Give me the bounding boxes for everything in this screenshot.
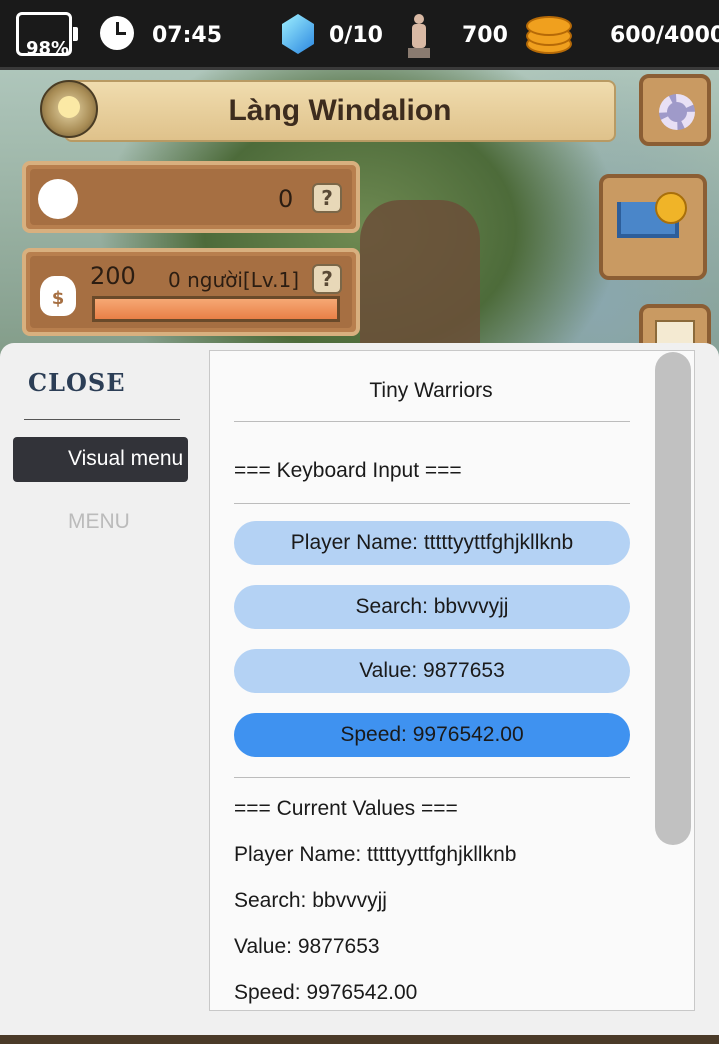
close-divider (24, 419, 180, 420)
award-badge-icon (38, 179, 78, 219)
current-player-name: Player Name: tttttyyttfghjkllknb (234, 843, 517, 866)
search-input[interactable]: Search: bbvvvyjj (234, 585, 630, 629)
current-search: Search: bbvvvyjj (234, 889, 387, 912)
clock-icon (100, 16, 134, 50)
time-readout: 07:45 (152, 22, 223, 48)
population-level: 0 người[Lv.1] (168, 268, 300, 292)
money-panel: $ 200 0 người[Lv.1] ? (22, 248, 360, 336)
shop-button[interactable] (599, 174, 707, 280)
rank-help-button[interactable]: ? (312, 183, 342, 213)
diamond-icon (282, 14, 314, 54)
value-input[interactable]: Value: 9877653 (234, 649, 630, 693)
money-bag-icon: $ (40, 276, 76, 316)
player-name-input[interactable]: Player Name: tttttyyttfghjkllknb (234, 521, 630, 565)
content-title: Tiny Warriors (369, 379, 493, 402)
tree-trunk (360, 200, 480, 360)
statue-counter: 700 (462, 22, 508, 48)
nav-item-menu[interactable]: MENU (68, 510, 130, 534)
keyboard-input-header: === Keyboard Input === (234, 459, 462, 482)
battery-percent: 98% (26, 38, 70, 59)
gear-icon (659, 94, 695, 130)
speed-input[interactable]: Speed: 9976542.00 (234, 713, 630, 757)
divider (234, 777, 630, 778)
money-value: 200 (90, 262, 136, 290)
nav-item-label: Visual menu (68, 447, 184, 470)
current-values-header: === Current Values === (234, 797, 458, 820)
gem-counter: 0/10 (329, 22, 383, 48)
settings-button[interactable] (639, 74, 711, 146)
content-scrollbar[interactable] (655, 352, 691, 845)
gold-counter: 600/4000 (610, 22, 719, 48)
rank-panel: 0 ? (22, 161, 360, 233)
divider (234, 421, 630, 422)
bottom-game-strip (0, 1035, 719, 1044)
money-progress-fill (95, 299, 337, 319)
divider (234, 503, 630, 504)
top-hud: 98% 07:45 0/10 700 600/4000 (0, 0, 719, 70)
content-panel: Tiny Warriors === Keyboard Input === Pla… (209, 350, 695, 1011)
rank-value: 0 (278, 185, 294, 213)
nav-item-visual-menu[interactable]: Visual menu (13, 437, 188, 482)
coin-icon (655, 192, 687, 224)
current-speed: Speed: 9976542.00 (234, 981, 418, 1004)
current-value: Value: 9877653 (234, 935, 380, 958)
village-emblem-icon[interactable] (40, 80, 98, 138)
money-help-button[interactable]: ? (312, 264, 342, 294)
gold-coin-icon (522, 10, 572, 56)
close-button[interactable]: CLOSE (28, 368, 126, 397)
village-title: Làng Windalion (228, 94, 452, 127)
statue-icon (404, 10, 434, 60)
money-progress-bar (92, 296, 340, 322)
village-title-banner: Làng Windalion (64, 80, 616, 142)
